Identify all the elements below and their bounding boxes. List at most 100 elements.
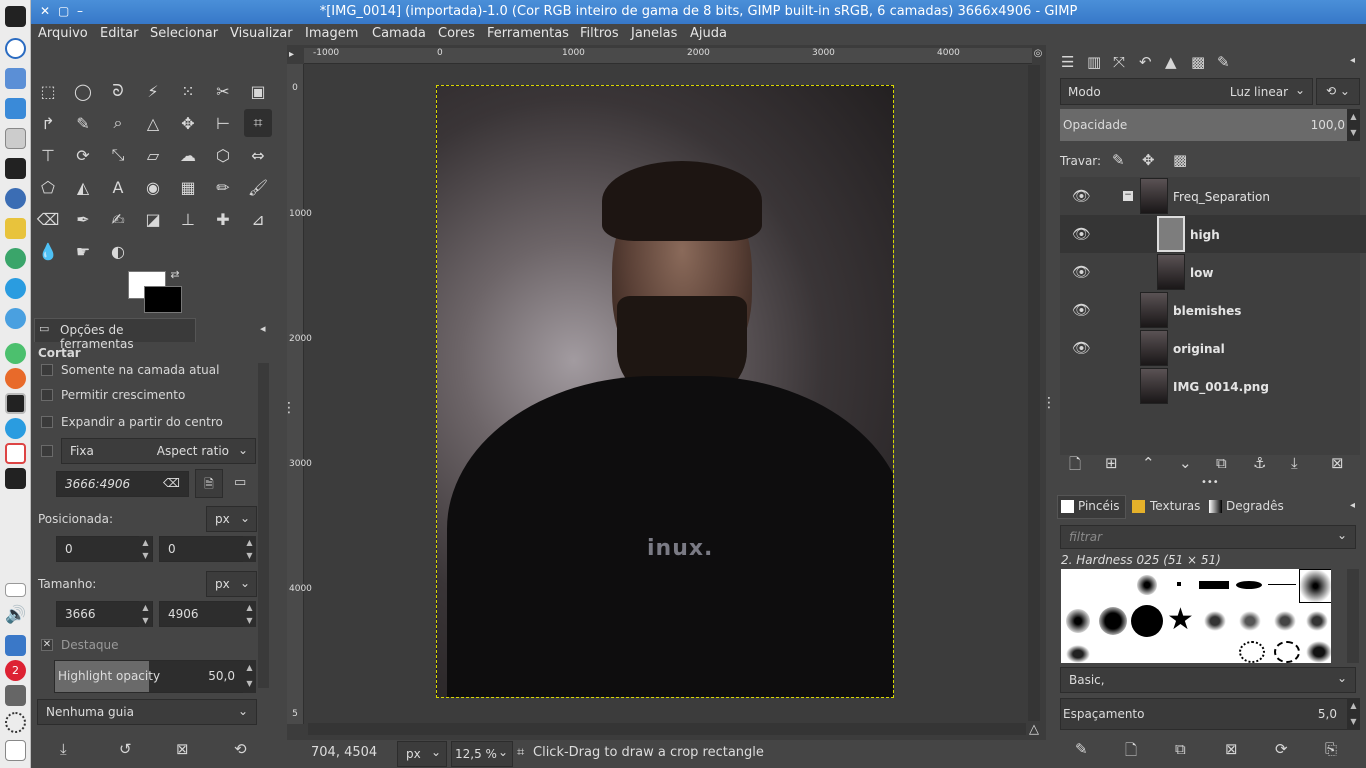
fixed-checkbox[interactable]: [41, 445, 53, 457]
edit-brush-icon[interactable]: ✎: [1075, 740, 1088, 758]
guides-dropdown[interactable]: Nenhuma guia ⌄: [37, 699, 257, 725]
airbrush-icon[interactable]: ✒: [69, 205, 97, 233]
menu-selecionar[interactable]: Selecionar: [150, 26, 218, 41]
power-icon[interactable]: [5, 740, 26, 761]
visibility-eye-icon[interactable]: 👁: [1072, 339, 1091, 357]
notification-badge[interactable]: 2: [5, 660, 26, 681]
brush-swatch[interactable]: [1268, 584, 1296, 585]
measure-icon[interactable]: △: [139, 109, 167, 137]
layer-row[interactable]: 👁 blemishes: [1060, 291, 1366, 329]
lower-layer-icon[interactable]: ⌄: [1179, 454, 1192, 472]
gimp-icon[interactable]: [5, 6, 26, 27]
dock-separator-handle[interactable]: •••: [1201, 477, 1219, 488]
lock-position-icon[interactable]: ✥: [1142, 151, 1155, 169]
tool-options-tab[interactable]: Opções de ferramentas: [34, 318, 196, 351]
delete-options-icon[interactable]: ⊠: [176, 740, 189, 758]
save-options-icon[interactable]: ⤓: [60, 740, 67, 758]
allow-growing-checkbox[interactable]: [41, 389, 53, 401]
color-select-icon[interactable]: ⁙: [174, 77, 202, 105]
clone-icon[interactable]: ⊥: [174, 205, 202, 233]
telegram-window-icon[interactable]: [5, 418, 26, 439]
highlight-checkbox[interactable]: ✕: [41, 639, 53, 651]
notes-icon[interactable]: [5, 218, 26, 239]
visibility-eye-icon[interactable]: 👁: [1072, 225, 1091, 243]
canvas-image[interactable]: inux.: [436, 85, 894, 698]
reset-options-icon[interactable]: ⟲: [234, 740, 247, 758]
paths-icon[interactable]: ↱: [34, 109, 62, 137]
bucket-icon[interactable]: ◭: [69, 173, 97, 201]
cage-icon[interactable]: ⬠: [34, 173, 62, 201]
opacity-spinner[interactable]: ▲ ▼: [1347, 109, 1360, 141]
paintbrush-icon[interactable]: 🖌: [244, 173, 272, 201]
folder-icon[interactable]: [5, 98, 26, 119]
portrait-landscape-icon[interactable]: ▭: [234, 475, 246, 490]
open-brush-as-image-icon[interactable]: ⎘: [1325, 740, 1337, 758]
menu-visualizar[interactable]: Visualizar: [230, 26, 293, 41]
menu-arquivo[interactable]: Arquivo: [38, 26, 88, 41]
telegram-icon[interactable]: [5, 278, 26, 299]
background-color[interactable]: [144, 286, 182, 313]
ink-icon[interactable]: ✍: [104, 205, 132, 233]
brush-swatch[interactable]: [1306, 641, 1331, 663]
mode-dropdown[interactable]: Modo Luz linear ⌄: [1060, 78, 1313, 105]
network-icon[interactable]: [5, 248, 26, 269]
brush-tab-icon[interactable]: ✎: [1217, 53, 1230, 71]
status-unit-dropdown[interactable]: px ⌄: [397, 741, 447, 767]
layer-row[interactable]: 👁 original: [1060, 329, 1366, 367]
size-height-input[interactable]: 4906: [159, 601, 256, 627]
color-picker-icon[interactable]: ✎: [69, 109, 97, 137]
position-x-spinner[interactable]: ▲ ▼: [139, 536, 152, 562]
menu-ferramentas[interactable]: Ferramentas: [487, 26, 569, 41]
brush-swatch[interactable]: [1239, 611, 1261, 631]
duplicate-brush-icon[interactable]: ⧉: [1175, 740, 1186, 758]
rect-select-icon[interactable]: ⬚: [34, 77, 62, 105]
visibility-eye-icon[interactable]: 👁: [1072, 301, 1091, 319]
spacing-spinner[interactable]: ▲ ▼: [1347, 698, 1360, 730]
gimp-window-icon[interactable]: [5, 393, 26, 414]
brush-swatch[interactable]: [1274, 641, 1300, 663]
raise-layer-icon[interactable]: ⌃: [1142, 454, 1155, 472]
align-icon[interactable]: ⊢: [209, 109, 237, 137]
workspace-icon[interactable]: [5, 583, 26, 597]
smudge-icon[interactable]: ☛: [69, 237, 97, 265]
brushes-menu-icon[interactable]: ◂: [1350, 500, 1355, 511]
position-y-spinner[interactable]: ▲ ▼: [243, 536, 256, 562]
highlight-opacity-spinner[interactable]: ▲ ▼: [243, 660, 256, 693]
document-icon[interactable]: [5, 128, 26, 149]
dock-handle-left[interactable]: ⋮: [282, 400, 296, 416]
fuzzy-select-icon[interactable]: ⚡: [139, 77, 167, 105]
dodge-icon[interactable]: ◐: [104, 237, 132, 265]
opacity-slider[interactable]: Opacidade 100,0: [1060, 109, 1353, 141]
zoom-follow-icon[interactable]: ◎: [1032, 48, 1044, 62]
terminal-window-icon[interactable]: [5, 468, 26, 489]
layer-row[interactable]: 👁 low: [1060, 253, 1366, 291]
vertical-scrollbar[interactable]: [1028, 65, 1040, 721]
brush-swatch[interactable]: [1199, 581, 1229, 589]
rotate-icon[interactable]: ⟳: [69, 141, 97, 169]
brush-filter-input[interactable]: filtrar ⌄: [1060, 525, 1356, 549]
restore-options-icon[interactable]: ↺: [119, 740, 132, 758]
app-icon[interactable]: [5, 343, 26, 364]
pdf-icon[interactable]: [5, 443, 26, 464]
brush-set-dropdown[interactable]: Basic, ⌄: [1060, 667, 1356, 693]
perspective-icon[interactable]: ⬡: [209, 141, 237, 169]
shear-icon[interactable]: ▱: [139, 141, 167, 169]
ellipse-select-icon[interactable]: ◯: [69, 77, 97, 105]
fill-icon[interactable]: ◉: [139, 173, 167, 201]
swap-colors-icon[interactable]: ⇄: [168, 267, 182, 281]
size-unit-dropdown[interactable]: px ⌄: [206, 571, 257, 597]
flip-icon[interactable]: ⇔: [244, 141, 272, 169]
undo-history-tab-icon[interactable]: ↶: [1139, 53, 1152, 71]
tool-options-scrollbar[interactable]: [258, 363, 269, 688]
move-icon[interactable]: ✥: [174, 109, 202, 137]
delete-layer-icon[interactable]: ⊠: [1331, 454, 1344, 472]
scale-icon[interactable]: ⤡: [104, 141, 132, 169]
zoom-icon[interactable]: ⌕: [104, 109, 132, 137]
crop-icon[interactable]: ⌗: [244, 109, 272, 137]
navigate-icon[interactable]: △: [1029, 722, 1039, 737]
brush-swatch[interactable]: [1239, 641, 1265, 663]
brush-swatch[interactable]: [1137, 575, 1157, 595]
brush-swatch[interactable]: [1306, 611, 1328, 631]
histogram-tab-icon[interactable]: ▲: [1165, 53, 1177, 71]
foreground-select-icon[interactable]: ▣: [244, 77, 272, 105]
